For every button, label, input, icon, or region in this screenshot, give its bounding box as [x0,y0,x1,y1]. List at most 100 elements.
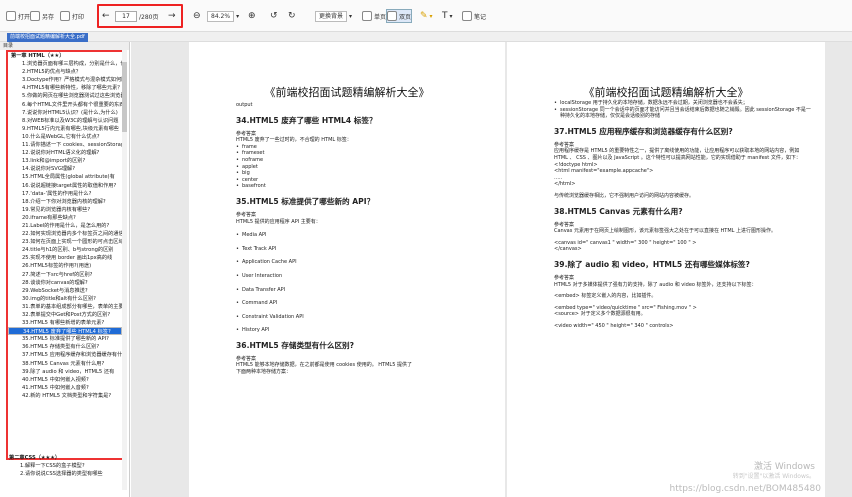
page-total: /280页 [139,13,159,21]
outline-item[interactable]: 1.解释一下CSS的盒子模型? [6,462,124,470]
api-item: Data Transfer API [236,287,496,294]
zoom-in-button[interactable]: ⊕ [248,9,256,23]
heading-37: 37.HTML5 应用程序缓存和浏览器缓存有什么区别? [554,126,733,136]
outline-item[interactable]: 28.谈谈你对canvas的理解? [8,279,122,287]
api-item: Application Cache API [236,259,496,266]
outline-item[interactable]: 30.img的title和alt有什么区别? [8,295,122,303]
rotate-left-icon: ↺ [270,11,278,21]
outline-item[interactable]: 2.HTML5的优点与缺点？ [8,68,122,76]
tag-item: big [236,170,496,177]
page-right: 《前端校招面试题精编解析大全》 localStorage 用于持久化的本地存储，… [507,42,825,497]
printer-icon [60,11,70,21]
toolbar: 打开 另存 打印 ← 17 /280页 → ⊖ 84.2% ▾ ⊕ ↺ ↻ 更换背… [0,0,852,32]
folder-icon [6,11,16,21]
zoom-select[interactable]: 84.2% ▾ [207,9,239,23]
outline-item[interactable]: 8.对WEB标准以及W3C的理解与认识问题 [8,117,122,125]
rotate-right-icon: ↻ [288,11,296,21]
api-item: Constraint Validation API [236,314,496,321]
outline-item[interactable]: 11.请你描述一下 cookies、sessionStorage [8,141,122,149]
outline-item[interactable]: 19.常见的浏览器内核有哪些? [8,206,122,214]
output-text: output [236,102,253,108]
outline-item[interactable]: 32.表单提交中Get和Post方式的区别? [8,311,122,319]
outline-item[interactable]: 42.新的 HTML5 文档类型和字符集是? [8,392,122,400]
outline-item[interactable]: 40.HTML5 中如何嵌入视频? [8,376,122,384]
tag-item: frameset [236,150,496,157]
outline-item[interactable]: 37.HTML5 应用程序缓存和浏览器缓存有什么区别 [8,351,122,359]
outline-item[interactable]: 38.HTML5 Canvas 元素有什么用? [8,360,122,368]
intro-36b: 下面两种本地存储方案： [236,369,292,376]
outline-item[interactable]: 6.每个HTML文件里开头都有个很重要的东西 [8,101,122,109]
zoom-out-icon: ⊖ [193,11,201,21]
outline-item[interactable]: 23.如何在页面上实现一个圆形的可点击区域 [8,238,122,246]
outline-scrollbar[interactable] [122,50,127,490]
outline-item[interactable]: 21.Label的作用是什么，是怎么用的? [8,222,122,230]
zoom-out-button[interactable]: ⊖ [193,9,201,23]
outline-item[interactable]: 31.表单的基本组成部分有哪些，表单的主要用途 [8,303,122,311]
outline-item[interactable]: 7.说说你对HTML5认识？(是什么,为什么) [8,109,122,117]
outline-item[interactable]: 41.HTML5 中如何嵌入音频? [8,384,122,392]
tag-list: frameframesetnoframeappletbigcenterbasef… [236,144,496,190]
outline-item[interactable]: 9.HTML5行内元素有哪些,块级元素有哪些 [8,125,122,133]
outline-item[interactable]: 22.如何实现浏览器内多个标签页之间的通信 [8,230,122,238]
outline-item[interactable]: 34.HTML5 废弃了哪些 HTML4 标签? [8,327,122,336]
outline-item[interactable]: 3.Doctype作用？严格模式与混杂模式如何区分？ [8,76,122,84]
outline-sidebar: 目录 第一章 HTML（★★） 1.浏览器页面有哪三层构成，分别是什么，作用是什… [0,42,130,497]
outline-item[interactable]: 20.iframe有那些缺点? [8,214,122,222]
scrollbar-thumb[interactable] [122,62,127,132]
open-button[interactable]: 打开 [6,9,30,23]
pen-icon: ✎ [420,11,428,21]
api-item: User Interaction [236,273,496,280]
double-page-button[interactable]: 双页 [386,9,413,23]
zoom-in-icon: ⊕ [248,11,256,21]
outline-title: 目录 [0,42,129,50]
bullet-session: sessionStorage 同一个会话中的页面才能访问并且当会话结束后数据也随… [554,107,814,120]
code-line: <html manifest="example.appcache"> [554,168,654,175]
outline-item[interactable]: 17.‘data-’属性的作用是什么? [8,190,122,198]
page-content: localStorage 用于持久化的本地存储，数据永远不会过期，关闭浏览器也不… [554,100,814,329]
outline-item[interactable]: 2.请你说说CSS选择器的类型有哪些 [6,470,124,478]
outline-item[interactable]: 12.说说你对HTML语义化的理解? [8,149,122,157]
outline-item[interactable]: 1.浏览器页面有哪三层构成，分别是什么，作用是什么？ [8,60,122,68]
outline-item[interactable]: 39.除了 audio 和 video，HTML5 还有 [8,368,122,376]
arrow-right-icon: → [168,11,176,21]
outline-item[interactable]: 4.HTML5有哪些新特性，移除了哪些元素？ [8,84,122,92]
outline-item[interactable]: 33.HTML5 有哪些新增的表单元素? [8,319,122,327]
outline-item[interactable]: 36.HTML5 存储类型有什么区别? [8,343,122,351]
text-tool-button[interactable]: T ▾ [442,9,453,23]
outline-item[interactable]: 27.简述一下src与href的区别? [8,271,122,279]
save-button[interactable]: 另存 [30,9,54,23]
outline-item[interactable]: 16.说说超链接target属性的取值和作用? [8,182,122,190]
outline-item[interactable]: 29.WebSocket与消息推送? [8,287,122,295]
background-select[interactable]: 更换背景 ▾ [315,9,352,23]
rotate-right-button[interactable]: ↻ [288,9,296,23]
page-content: output 34.HTML5 废弃了哪些 HTML4 标签？ 参考答案 HTM… [236,102,496,376]
note-button[interactable]: 笔记 [462,9,486,23]
outline-item[interactable]: 10.什么是WebGL,它有什么优点? [8,133,122,141]
api-item: History API [236,327,496,334]
outline-item[interactable]: 18.介绍一下你对浏览器内核的理解? [8,198,122,206]
highlighter-button[interactable]: ✎ ▾ [420,9,433,23]
note-icon [462,11,472,21]
outline-item[interactable]: 5.你做的网页在哪些浏览器测试过这些浏览器的内核？ [8,92,122,100]
outline-item[interactable]: 13.link和@import的区别? [8,157,122,165]
chevron-down-icon: ▾ [449,12,453,20]
tab-document[interactable]: 前端校招面试题精编解析大全.pdf [7,33,88,42]
outline-item[interactable]: 15.HTML全局属性(global attribute)有 [8,173,122,181]
page-left: 《前端校招面试题精编解析大全》 output 34.HTML5 废弃了哪些 HT… [189,42,505,497]
outline-section-html[interactable]: 第一章 HTML（★★） [8,52,122,60]
chevron-down-icon: ▾ [349,12,353,20]
page-number-input[interactable]: 17 [115,11,137,22]
print-button[interactable]: 打印 [60,9,84,23]
outline-item[interactable]: 24.title与h1的区别、b与strong的区别 [8,246,122,254]
outline-item[interactable]: 25.实现不使用 border 画出1px高的线 [8,254,122,262]
outline-item[interactable]: 14.说说你对SVG理解? [8,165,122,173]
document-viewer: 《前端校招面试题精编解析大全》 output 34.HTML5 废弃了哪些 HT… [131,42,852,497]
outline-item[interactable]: 26.HTML5标签的作用?(用途) [8,262,122,270]
outline-item[interactable]: 35.HTML5 标准提供了哪些新的 API? [8,335,122,343]
single-page-button[interactable]: 单页 [362,9,386,23]
outline-section-css[interactable]: 第二章CSS（★★★） [6,454,124,462]
rotate-left-button[interactable]: ↺ [270,9,278,23]
prev-page-button[interactable]: ← [102,9,110,23]
api-item: Text Track API [236,246,496,253]
next-page-button[interactable]: → [168,9,176,23]
